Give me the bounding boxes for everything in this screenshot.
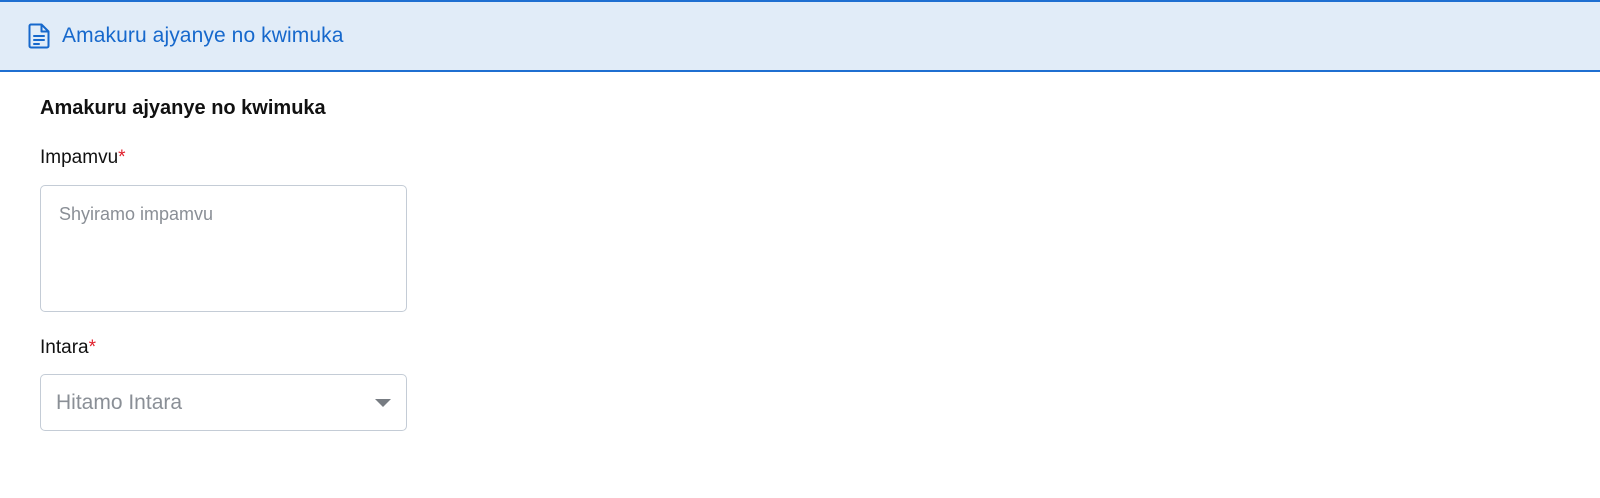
- province-label: Intara*: [40, 337, 96, 359]
- province-select-value: Hitamo Intara: [56, 390, 183, 414]
- document-icon: [28, 23, 50, 49]
- reason-textarea[interactable]: [40, 185, 407, 312]
- reason-label-text: Impamvu: [40, 147, 119, 168]
- required-marker: *: [88, 337, 96, 358]
- card-header-title: Amakuru ajyanye no kwimuka: [62, 24, 344, 47]
- chevron-down-icon: [375, 399, 391, 407]
- required-marker: *: [118, 147, 126, 168]
- relocation-info-card: Amakuru ajyanye no kwimuka Amakuru ajyan…: [0, 0, 1600, 498]
- province-label-text: Intara: [40, 337, 89, 358]
- section-title: Amakuru ajyanye no kwimuka: [40, 97, 326, 119]
- reason-label: Impamvu*: [40, 147, 126, 169]
- card-header: Amakuru ajyanye no kwimuka: [0, 0, 1600, 72]
- province-select[interactable]: Hitamo Intara: [40, 374, 407, 431]
